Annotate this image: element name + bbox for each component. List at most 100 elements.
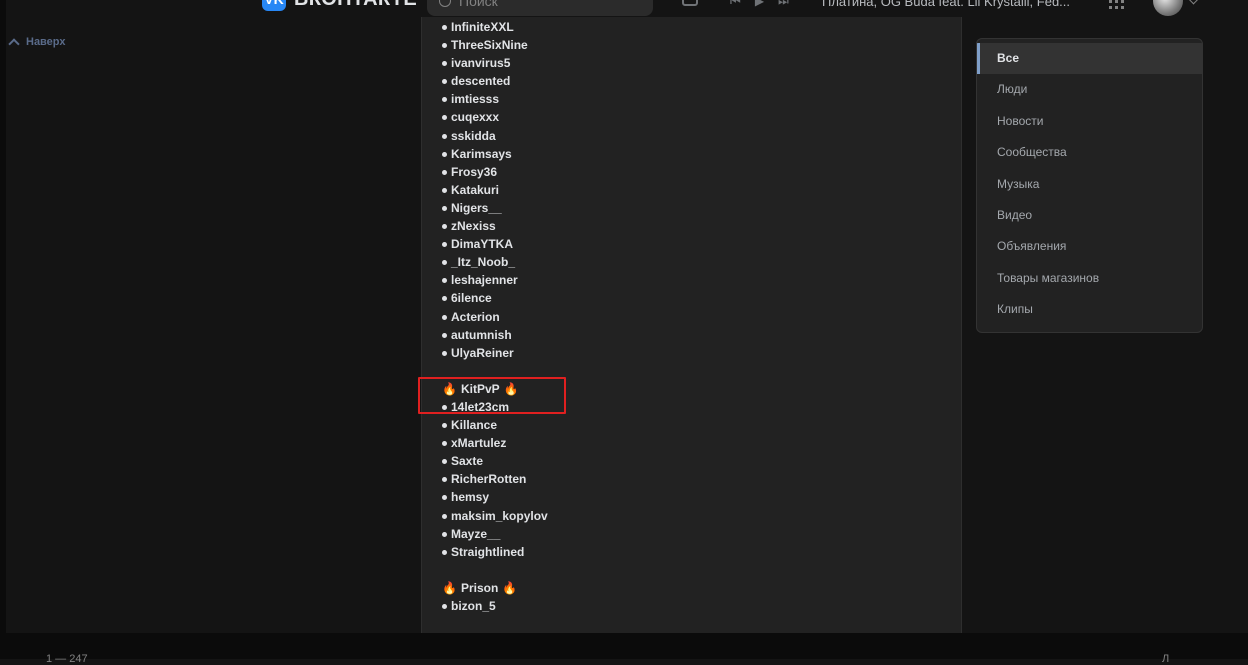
filter-item[interactable]: Новости bbox=[977, 106, 1202, 137]
bullet-icon bbox=[442, 350, 447, 356]
footer-left-text: 1 — 247 bbox=[46, 653, 88, 665]
bullet-icon bbox=[442, 169, 447, 175]
filter-item[interactable]: Объявления bbox=[977, 231, 1202, 262]
bullet-icon bbox=[442, 25, 447, 30]
list-item-text: descented bbox=[451, 74, 511, 89]
list-item-text: autumnish bbox=[451, 327, 512, 342]
list-item-text: Nigers__ bbox=[451, 200, 502, 215]
filter-item[interactable]: Все bbox=[977, 43, 1202, 75]
list-item: cuqexxx bbox=[442, 108, 548, 126]
highlight-box bbox=[418, 377, 566, 414]
vk-logo-icon: VK bbox=[262, 0, 286, 11]
bullet-icon bbox=[442, 43, 447, 49]
section-title: Prison bbox=[460, 580, 499, 595]
avatar[interactable] bbox=[1153, 0, 1183, 16]
next-track-icon[interactable]: ⏭ bbox=[778, 0, 789, 9]
fire-icon: 🔥 bbox=[502, 580, 518, 595]
apps-grid-icon[interactable] bbox=[1109, 0, 1124, 9]
filter-item[interactable]: Товары магазинов bbox=[977, 263, 1202, 294]
current-track[interactable]: Платина, OG Buda feat. Lil Krystalll, Fe… bbox=[822, 0, 1070, 9]
list-item-text: RicherRotten bbox=[451, 472, 527, 487]
list-item: ThreeSixNine bbox=[442, 36, 548, 54]
list-item-text: _Itz_Noob_ bbox=[451, 255, 516, 270]
bullet-icon bbox=[442, 314, 447, 320]
list-item: UlyaReiner bbox=[442, 344, 548, 362]
footer-bar: 1 — 247 Л bbox=[6, 633, 1248, 665]
filter-item[interactable]: Видео bbox=[977, 200, 1202, 231]
list-item-text: UlyaReiner bbox=[451, 345, 514, 360]
list-item: RicherRotten bbox=[442, 470, 548, 488]
list-item: Katakuri bbox=[442, 181, 548, 199]
list-item: ivanvirus5 bbox=[442, 54, 548, 72]
player-list: InfiniteXXL ThreeSixNine ivanvirus5 descent… bbox=[442, 18, 548, 615]
bullet-icon bbox=[442, 278, 447, 284]
list-item-text: leshajenner bbox=[451, 273, 518, 288]
vk-logo[interactable]: VK ВКОНТАКТЕ bbox=[262, 0, 417, 11]
top-header: VK ВКОНТАКТЕ Поиск ⏮ ▶ ⏭ Платина, OG Bud… bbox=[6, 0, 1248, 17]
bullet-icon bbox=[442, 296, 447, 302]
list-item: Karimsays bbox=[442, 145, 548, 163]
list-item-text: Mayze__ bbox=[451, 526, 501, 541]
left-edge bbox=[0, 0, 6, 659]
section-heading: 🔥 Prison 🔥 bbox=[442, 579, 548, 597]
search-placeholder: Поиск bbox=[459, 0, 498, 9]
scroll-top-label: Наверх bbox=[26, 36, 66, 48]
filter-item[interactable]: Сообщества bbox=[977, 137, 1202, 168]
search-icon bbox=[439, 0, 451, 7]
list-item: zNexiss bbox=[442, 217, 548, 235]
chevron-down-icon[interactable] bbox=[1188, 0, 1199, 5]
list-item-text: InfiniteXXL bbox=[451, 20, 514, 34]
list-item: xMartulez bbox=[442, 434, 548, 452]
bullet-icon bbox=[442, 151, 447, 157]
chevron-up-icon bbox=[8, 38, 20, 50]
bell-icon[interactable] bbox=[682, 0, 698, 6]
list-item: InfiniteXXL bbox=[442, 18, 548, 36]
list-item: Straightlined bbox=[442, 543, 548, 561]
list-item: autumnish bbox=[442, 326, 548, 344]
list-item-text: cuqexxx bbox=[451, 110, 500, 125]
list-item-text: hemsy bbox=[451, 490, 490, 505]
prev-track-icon[interactable]: ⏮ bbox=[730, 0, 741, 9]
list-item: leshajenner bbox=[442, 271, 548, 289]
list-item: hemsy bbox=[442, 488, 548, 506]
list-item: Acterion bbox=[442, 308, 548, 326]
list-item: sskidda bbox=[442, 127, 548, 145]
list-item-text: Straightlined bbox=[451, 544, 525, 559]
bullet-icon bbox=[442, 495, 447, 501]
filter-item[interactable]: Музыка bbox=[977, 169, 1202, 200]
play-icon[interactable]: ▶ bbox=[755, 0, 764, 9]
list-item-text: Acterion bbox=[451, 309, 500, 324]
filter-item[interactable]: Клипы bbox=[977, 294, 1202, 325]
bullet-icon bbox=[442, 242, 447, 248]
bullet-icon bbox=[442, 513, 447, 519]
list-item-text: maksim_kopylov bbox=[451, 508, 548, 523]
player-controls: ⏮ ▶ ⏭ bbox=[730, 0, 789, 9]
bullet-icon bbox=[442, 477, 447, 483]
scroll-top-button[interactable]: Наверх bbox=[8, 36, 66, 50]
list-item-text: DimaYTKA bbox=[451, 237, 514, 252]
list-item: Mayze__ bbox=[442, 525, 548, 543]
list-item-text: sskidda bbox=[451, 128, 496, 143]
list-item-text: ThreeSixNine bbox=[451, 38, 528, 53]
bullet-icon bbox=[442, 133, 447, 139]
list-item-text: Katakuri bbox=[451, 182, 500, 197]
bullet-icon bbox=[442, 205, 447, 211]
list-item: Frosy36 bbox=[442, 163, 548, 181]
list-item: maksim_kopylov bbox=[442, 507, 548, 525]
list-item: DimaYTKA bbox=[442, 235, 548, 253]
list-item-text: zNexiss bbox=[451, 219, 496, 234]
search-input[interactable]: Поиск bbox=[427, 0, 653, 16]
filter-item[interactable]: Люди bbox=[977, 74, 1202, 105]
post-content: InfiniteXXL ThreeSixNine ivanvirus5 descent… bbox=[421, 17, 962, 633]
bullet-icon bbox=[442, 115, 447, 121]
bullet-icon bbox=[442, 549, 447, 555]
list-item: descented bbox=[442, 72, 548, 90]
list-item-text: imtiesss bbox=[451, 92, 500, 107]
bullet-icon bbox=[442, 260, 447, 266]
list-item: bizon_5 bbox=[442, 597, 548, 615]
list-item-text: Saxte bbox=[451, 454, 484, 469]
bullet-icon bbox=[442, 61, 447, 67]
list-item: Killance bbox=[442, 416, 548, 434]
list-item: Nigers__ bbox=[442, 199, 548, 217]
